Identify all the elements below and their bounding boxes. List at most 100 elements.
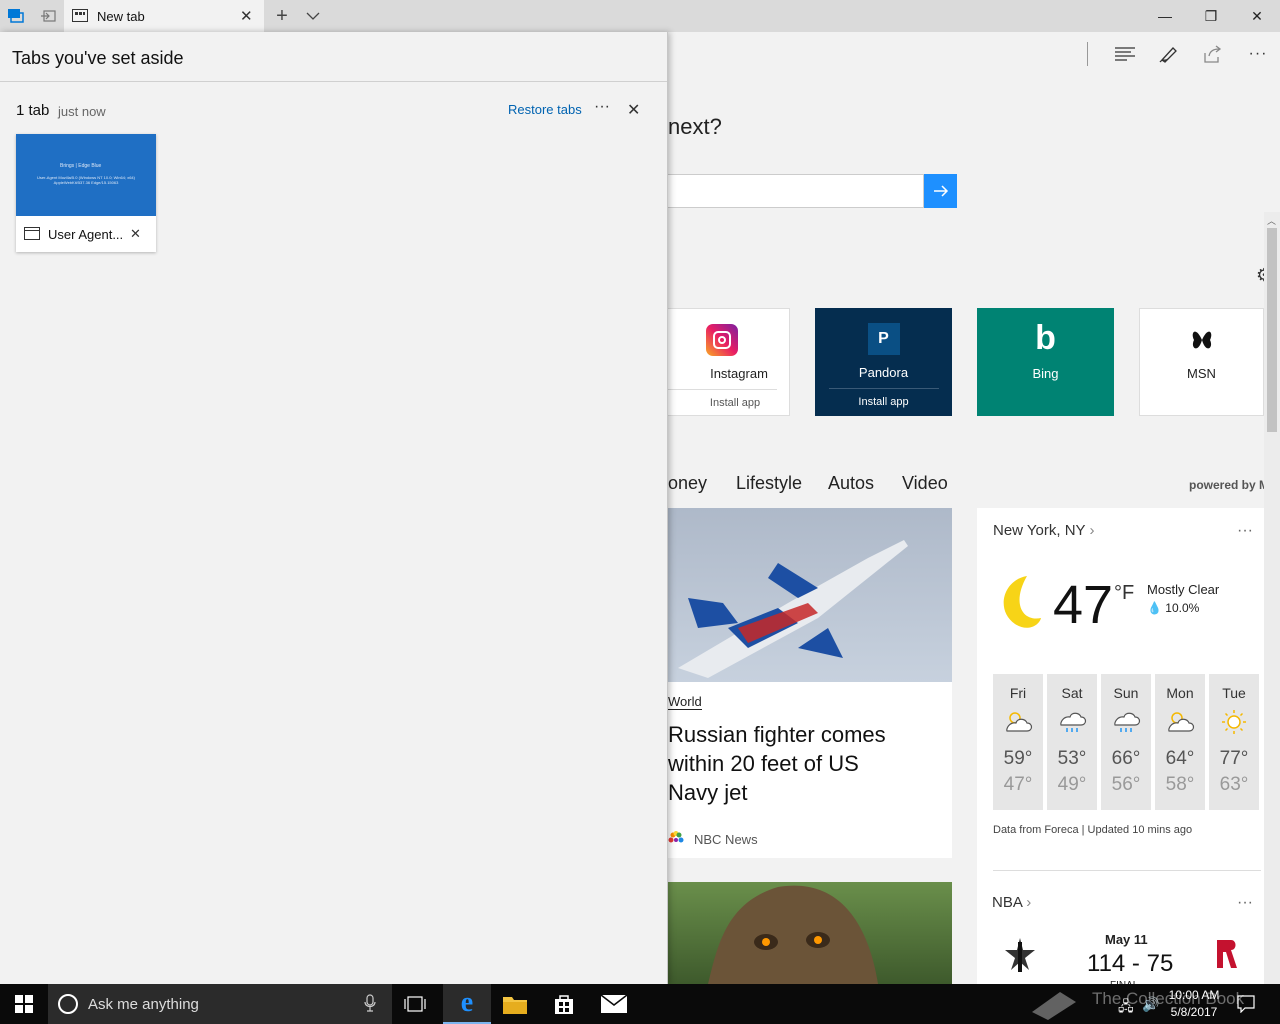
search-go-button[interactable] <box>924 174 957 208</box>
forecast-low: 63° <box>1219 774 1249 795</box>
forecast-day[interactable]: Tue 77° 63° <box>1209 674 1259 810</box>
share-icon[interactable] <box>1198 40 1228 68</box>
tile-label: Bing <box>1032 366 1059 381</box>
scrollbar-thumb[interactable] <box>1267 228 1277 432</box>
tab-title: New tab <box>97 9 145 24</box>
tile-msn[interactable]: MSN <box>1139 308 1264 416</box>
clock-time[interactable]: 10:00 AM <box>1166 988 1222 1002</box>
weather-location[interactable]: New York, NY › <box>993 522 1094 539</box>
article-image-2[interactable] <box>668 882 952 984</box>
mail-icon[interactable] <box>600 994 628 1018</box>
category-autos[interactable]: Autos <box>828 473 874 494</box>
game-date: May 11 <box>1105 932 1148 947</box>
tile-label: Instagram <box>710 366 768 381</box>
temp-unit: °F <box>1114 582 1135 604</box>
scrollbar[interactable]: ︿ <box>1264 212 1280 984</box>
clock-date[interactable]: 5/8/2017 <box>1166 1005 1222 1019</box>
cortana-icon <box>58 994 78 1014</box>
forecast-low: 58° <box>1165 774 1195 795</box>
toolbar-divider <box>1087 42 1088 66</box>
tile-label: Pandora <box>858 365 909 380</box>
restore-button[interactable]: ❐ <box>1188 0 1234 32</box>
tile-bing[interactable]: b Bing <box>977 308 1114 416</box>
edge-taskbar-icon[interactable]: e <box>443 984 491 1024</box>
nba-more-icon[interactable]: ··· <box>1237 894 1253 912</box>
category-lifestyle[interactable]: Lifestyle <box>736 473 802 494</box>
browser-toolbar <box>668 32 1280 76</box>
forecast-day[interactable]: Fri 59° 47° <box>993 674 1043 810</box>
pandora-icon: P <box>867 323 900 355</box>
article-category[interactable]: World <box>668 694 702 710</box>
chevron-right-icon: › <box>1026 894 1032 911</box>
forecast-day-name: Mon <box>1166 685 1194 701</box>
powered-by-label: powered by MS <box>1189 478 1264 492</box>
nba-title[interactable]: NBA › <box>992 894 1031 911</box>
forecast-day[interactable]: Sat 53° 49° <box>1047 674 1097 810</box>
moon-icon <box>993 574 1043 635</box>
store-icon[interactable] <box>553 993 575 1020</box>
windows-start-icon[interactable] <box>0 984 48 1024</box>
msn-icon <box>1186 324 1218 356</box>
forecast-day[interactable]: Sun 66° 56° <box>1101 674 1151 810</box>
volume-icon[interactable]: 🔊 <box>1142 996 1159 1013</box>
scroll-up-icon[interactable]: ︿ <box>1267 214 1276 227</box>
web-note-icon[interactable] <box>1154 40 1184 68</box>
category-video[interactable]: Video <box>902 473 948 494</box>
group-more-icon[interactable]: ··· <box>594 98 610 116</box>
tile-pandora[interactable]: P Pandora Install app <box>815 308 952 416</box>
article-source: NBC News <box>694 832 758 847</box>
rain-icon <box>1057 709 1087 738</box>
more-icon[interactable]: ··· <box>1243 40 1273 68</box>
microphone-icon[interactable] <box>364 994 376 1017</box>
close-tab-icon[interactable]: ✕ <box>240 7 253 25</box>
forecast-day-name: Sun <box>1113 685 1139 701</box>
weather-footer: Data from Foreca | Updated 10 mins ago <box>993 824 1193 836</box>
category-money[interactable]: oney <box>668 473 707 494</box>
title-bar: New tab ✕ + — ❐ ✕ <box>0 0 1280 32</box>
chevron-down-icon[interactable] <box>297 0 329 32</box>
forecast-low: 49° <box>1057 774 1087 795</box>
forecast-high: 77° <box>1219 748 1249 769</box>
spurs-logo-icon <box>1003 936 1037 977</box>
task-view-icon[interactable] <box>403 995 427 1018</box>
file-explorer-icon[interactable] <box>503 994 527 1019</box>
install-app-link[interactable]: Install app <box>666 389 777 409</box>
aside-tab-card[interactable]: Brings | Edge Blue User-Agent Mozilla/5.… <box>16 134 156 252</box>
close-aside-tab-icon[interactable]: ✕ <box>130 226 141 242</box>
restore-tabs-link[interactable]: Restore tabs <box>508 102 582 117</box>
tile-instagram[interactable]: Instagram Install app <box>653 308 790 416</box>
panel-divider <box>0 81 667 82</box>
forecast-day-name: Fri <box>1009 685 1027 701</box>
action-center-icon[interactable] <box>1237 995 1255 1018</box>
close-group-icon[interactable]: ✕ <box>627 100 640 120</box>
forecast-high: 66° <box>1111 748 1141 769</box>
weather-more-icon[interactable]: ··· <box>1237 522 1253 540</box>
chevron-right-icon: › <box>1089 522 1095 539</box>
network-icon[interactable]: 🖧 <box>1118 996 1134 1020</box>
partly-cloudy-icon <box>1003 709 1033 738</box>
search-prompt: next? <box>668 114 722 139</box>
precipitation: 💧 10.0% <box>1147 601 1200 615</box>
minimize-button[interactable]: — <box>1142 0 1188 32</box>
forecast-high: 53° <box>1057 748 1087 769</box>
tile-label: MSN <box>1187 366 1216 381</box>
forecast-low: 47° <box>1003 774 1033 795</box>
aside-tab-title: User Agent... <box>48 227 124 242</box>
thumb-text: Brings | Edge Blue <box>60 163 102 169</box>
instagram-icon <box>705 324 738 356</box>
set-tabs-aside-icon[interactable] <box>32 0 64 32</box>
tab-new-tab[interactable]: New tab ✕ <box>64 0 264 32</box>
search-input[interactable] <box>668 174 924 208</box>
new-tab-icon[interactable]: + <box>266 0 298 32</box>
hub-icon[interactable] <box>1110 40 1140 68</box>
close-window-button[interactable]: ✕ <box>1234 0 1280 32</box>
cortana-search-box[interactable]: Ask me anything <box>48 984 392 1024</box>
article-headline[interactable]: Russian fighter comes within 20 feet of … <box>668 720 908 807</box>
game-score: 114 - 75 <box>1087 950 1174 977</box>
tab-group-count: 1 tab <box>16 102 50 119</box>
article-card[interactable]: World Russian fighter comes within 20 fe… <box>668 508 952 858</box>
install-app-link[interactable]: Install app <box>828 388 939 408</box>
forecast-day[interactable]: Mon 64° 58° <box>1155 674 1205 810</box>
forecast-day-name: Sat <box>1061 685 1083 701</box>
tabs-aside-icon[interactable] <box>0 0 32 32</box>
